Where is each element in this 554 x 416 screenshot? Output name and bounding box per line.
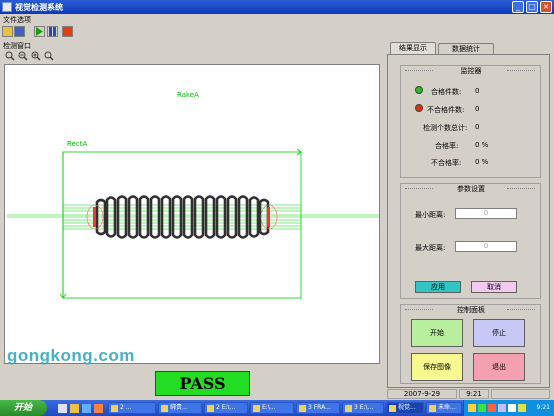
params-title: 参数设置 — [457, 185, 485, 193]
spring-inspection-image — [7, 148, 379, 299]
system-tray: 9:21 — [463, 400, 554, 416]
quicklaunch-ie-icon[interactable] — [58, 404, 67, 413]
apply-button[interactable]: 应用 — [415, 281, 461, 293]
fail-count-value: 0 — [475, 105, 480, 113]
toolbar — [0, 25, 100, 39]
status-empty — [491, 389, 550, 399]
pause-icon[interactable] — [47, 26, 58, 37]
params-group: 参数设置 最小距离: 0 最大距离: 0 应用 取消 — [400, 183, 541, 299]
menu-bar: 文件选项 — [0, 14, 554, 24]
stop-button[interactable]: 停止 — [473, 319, 525, 347]
detection-window-title: 检测窗口 — [3, 42, 31, 50]
pass-rate-value: 0 % — [475, 141, 489, 149]
app-icon — [2, 2, 12, 12]
max-distance-label: 最大距离: — [415, 244, 446, 252]
maximize-button[interactable]: □ — [526, 1, 538, 13]
quicklaunch-desktop-icon[interactable] — [82, 404, 91, 413]
max-distance-input[interactable]: 0 — [455, 241, 517, 252]
task-item[interactable]: 2 E:\... — [204, 402, 248, 414]
save-icon[interactable] — [14, 26, 25, 37]
min-distance-label: 最小距离: — [415, 211, 446, 219]
fail-count-label: 不合格件数: — [427, 106, 465, 114]
zoom-fit-icon[interactable] — [5, 51, 15, 61]
cancel-button[interactable]: 取消 — [471, 281, 517, 293]
menu-file[interactable]: 文件选项 — [3, 15, 31, 25]
task-item-active[interactable]: 视觉... — [386, 402, 424, 414]
pass-count-label: 合格件数: — [431, 88, 462, 96]
tray-icon[interactable] — [468, 404, 476, 412]
tray-icon[interactable] — [498, 404, 506, 412]
stop-icon[interactable] — [62, 26, 73, 37]
task-item[interactable]: 3 E:\... — [342, 402, 384, 414]
title-bar: 视觉检测系统 _ □ × — [0, 0, 554, 14]
close-button[interactable]: × — [540, 1, 552, 13]
result-indicator: PASS — [155, 371, 250, 396]
tray-icon[interactable] — [478, 404, 486, 412]
zoom-reset-icon[interactable] — [44, 51, 54, 61]
play-icon[interactable] — [34, 26, 45, 37]
tray-icon[interactable] — [508, 404, 516, 412]
save-image-button[interactable]: 保存图像 — [411, 353, 463, 381]
zoom-in-icon[interactable] — [31, 51, 41, 61]
task-item[interactable]: 绑贵... — [158, 402, 202, 414]
control-title: 控制面板 — [457, 306, 485, 314]
taskbar-clock: 9:21 — [536, 404, 550, 411]
pass-rate-label: 合格率: — [435, 142, 459, 150]
tray-icon[interactable] — [518, 404, 526, 412]
total-count-label: 检测个数总计: — [423, 124, 468, 132]
start-button[interactable]: 开始 — [411, 319, 463, 347]
watermark: gongkong.com — [7, 346, 135, 365]
total-count-value: 0 — [475, 123, 480, 131]
pass-led-icon — [415, 86, 423, 94]
quicklaunch-media-icon[interactable] — [94, 404, 103, 413]
monitor-group: 监控器 合格件数: 0 不合格件数: 0 检测个数总计: 0 合格率: 0 % … — [400, 65, 541, 178]
quicklaunch-folder-icon[interactable] — [70, 404, 79, 413]
detection-canvas[interactable]: RakeA RectA — [4, 64, 380, 364]
zoom-out-icon[interactable] — [18, 51, 28, 61]
fail-led-icon — [415, 104, 423, 112]
right-panel: 监控器 合格件数: 0 不合格件数: 0 检测个数总计: 0 合格率: 0 % … — [387, 54, 550, 388]
status-time: 9:21 — [459, 389, 489, 399]
status-date: 2007-9-29 — [387, 389, 457, 399]
tray-icon[interactable] — [488, 404, 496, 412]
taskbar: 开始 2 ... 绑贵... 2 E:\... E:\... 3 FRA... … — [0, 400, 554, 416]
exit-button[interactable]: 退出 — [473, 353, 525, 381]
fail-rate-label: 不合格率: — [431, 159, 462, 167]
open-icon[interactable] — [2, 26, 13, 37]
min-distance-input[interactable]: 0 — [455, 208, 517, 219]
task-item[interactable]: E:\... — [250, 402, 294, 414]
monitor-title: 监控器 — [460, 67, 482, 75]
control-group: 控制面板 开始 停止 保存图像 退出 — [400, 304, 541, 384]
status-bar: 2007-9-29 9:21 — [387, 389, 550, 400]
minimize-button[interactable]: _ — [512, 1, 524, 13]
start-button-taskbar[interactable]: 开始 — [0, 400, 47, 416]
fail-rate-value: 0 % — [475, 158, 489, 166]
pass-count-value: 0 — [475, 87, 480, 95]
window-title: 视觉检测系统 — [15, 3, 63, 12]
task-item[interactable]: 3 FRA... — [296, 402, 340, 414]
task-item[interactable]: 未命... — [426, 402, 462, 414]
task-item[interactable]: 2 ... — [108, 402, 156, 414]
